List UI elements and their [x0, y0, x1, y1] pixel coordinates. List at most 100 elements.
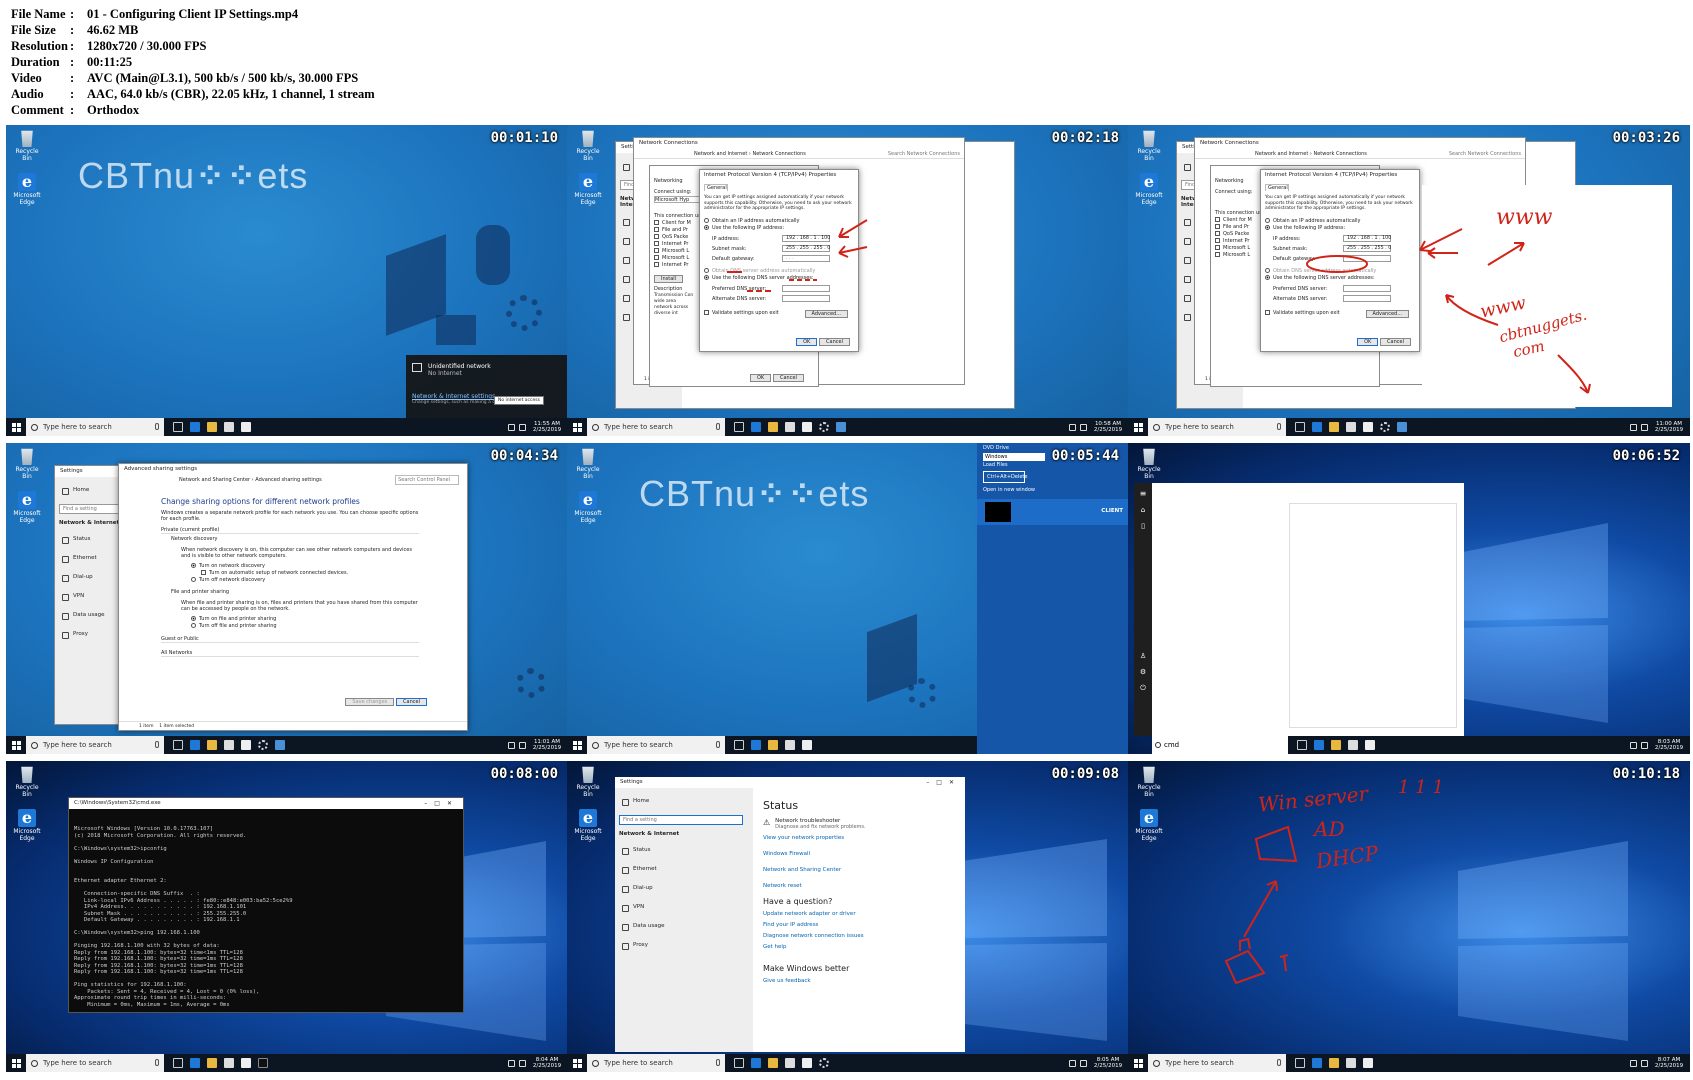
- volume-icon[interactable]: [1641, 423, 1648, 431]
- settings-icon[interactable]: ⚙: [1134, 668, 1152, 676]
- start-button[interactable]: [567, 736, 587, 754]
- network-tray-icon[interactable]: [1069, 423, 1076, 431]
- open-new-window[interactable]: Open in new window: [977, 485, 1129, 495]
- volume-icon[interactable]: [1080, 423, 1087, 431]
- taskbar-search[interactable]: Type here to search: [26, 1054, 164, 1072]
- profile-private[interactable]: Private (current profile): [161, 527, 419, 534]
- start-button[interactable]: [6, 1054, 26, 1072]
- clock[interactable]: 11:01 AM 2/25/2019: [530, 739, 564, 751]
- start-button[interactable]: [567, 418, 587, 436]
- store-icon[interactable]: [224, 1058, 234, 1068]
- thumbnail-4[interactable]: Recycle Bin e Microsoft Edge Settings Hom…: [6, 443, 568, 754]
- clock[interactable]: 11:55 AM 2/25/2019: [530, 421, 564, 433]
- profile-all[interactable]: All Networks: [161, 650, 419, 657]
- explorer-icon[interactable]: [1331, 740, 1341, 750]
- explorer-icon[interactable]: [768, 740, 778, 750]
- clock[interactable]: 8:07 AM 2/25/2019: [1652, 1057, 1686, 1069]
- recycle-bin-icon[interactable]: Recycle Bin: [571, 447, 605, 480]
- start-button[interactable]: [1128, 418, 1148, 436]
- status-link[interactable]: Network and Sharing Center: [763, 867, 953, 873]
- radio-fps-off[interactable]: Turn off file and printer sharing: [161, 623, 419, 630]
- search-control-panel[interactable]: Search Control Panel: [395, 475, 459, 485]
- start-button[interactable]: [6, 418, 26, 436]
- task-view-icon[interactable]: [173, 422, 183, 432]
- taskbar-search[interactable]: Type here to search: [26, 736, 164, 754]
- network-window-taskbar-icon[interactable]: [275, 740, 285, 750]
- edge-taskbar-icon[interactable]: [190, 422, 200, 432]
- feedback-link[interactable]: Give us feedback: [763, 978, 953, 984]
- clock[interactable]: 8:04 AM 2/25/2019: [530, 1057, 564, 1069]
- volume-icon[interactable]: [519, 741, 526, 749]
- cancel-button[interactable]: Cancel: [396, 698, 427, 706]
- task-view-icon[interactable]: [1295, 422, 1305, 432]
- help-link[interactable]: Find your IP address: [763, 922, 953, 928]
- windows-media[interactable]: Windows: [983, 453, 1045, 461]
- explorer-icon[interactable]: [207, 422, 217, 432]
- thumbnail-1[interactable]: Recycle Bin e Microsoft Edge CBTnu⁘⁘ets U…: [6, 125, 568, 436]
- radio-nd-off[interactable]: Turn off network discovery: [161, 577, 419, 584]
- network-tray-icon[interactable]: [1630, 741, 1637, 749]
- thumbnail-3[interactable]: Recycle Bin eMicrosoft Edge Settings Hom…: [1128, 125, 1690, 436]
- checkbox-nd-auto[interactable]: Turn on automatic setup of network conne…: [161, 570, 419, 577]
- settings-gear-icon[interactable]: [819, 1058, 829, 1068]
- thumbnail-5[interactable]: Recycle Bin e Microsoft Edge CBTnu⁘⁘ets D…: [567, 443, 1129, 754]
- edge-icon[interactable]: e Microsoft Edge: [10, 173, 44, 207]
- explorer-icon[interactable]: [1329, 422, 1339, 432]
- power-icon[interactable]: ⏻: [1134, 684, 1152, 693]
- home-icon[interactable]: ⌂: [1134, 506, 1152, 514]
- thumbnail-7[interactable]: Recycle Bin e Microsoft Edge C:\Windows\S…: [6, 761, 568, 1072]
- nav-vpn[interactable]: VPN: [59, 587, 121, 606]
- edge-taskbar-icon[interactable]: [190, 1058, 200, 1068]
- network-tray-icon[interactable]: [1630, 423, 1637, 431]
- profile-guest[interactable]: Guest or Public: [161, 636, 419, 643]
- mail-icon[interactable]: [802, 740, 812, 750]
- clock[interactable]: 8:03 AM 2/25/2019: [1652, 739, 1686, 751]
- store-icon[interactable]: [785, 1058, 795, 1068]
- network-tray-icon[interactable]: [1069, 1059, 1076, 1067]
- recycle-bin-icon[interactable]: Recycle Bin: [10, 129, 44, 162]
- thumbnail-8[interactable]: Recycle Bin e Microsoft Edge Settings –□✕ …: [567, 761, 1129, 1072]
- nav-dialup[interactable]: Dial-up: [619, 879, 749, 898]
- mail-icon[interactable]: [241, 740, 251, 750]
- store-icon[interactable]: [785, 422, 795, 432]
- task-view-icon[interactable]: [173, 1058, 183, 1068]
- network-window-taskbar-icon[interactable]: [1397, 422, 1407, 432]
- mail-icon[interactable]: [802, 1058, 812, 1068]
- cmd-output[interactable]: Microsoft Windows [Version 10.0.17763.10…: [69, 809, 463, 1012]
- start-button[interactable]: [6, 736, 26, 754]
- mail-icon[interactable]: [1365, 740, 1375, 750]
- taskbar-search[interactable]: Type here to search: [587, 736, 725, 754]
- thumbnail-2[interactable]: Recycle Bin eMicrosoft Edge Settings Hom…: [567, 125, 1129, 436]
- network-window-taskbar-icon[interactable]: [836, 422, 846, 432]
- taskbar-search[interactable]: Type here to search: [587, 418, 725, 436]
- store-icon[interactable]: [1346, 422, 1356, 432]
- vm-client-tile[interactable]: CLIENT: [977, 499, 1129, 525]
- mail-icon[interactable]: [1363, 1058, 1373, 1068]
- nav-dialup[interactable]: Dial-up: [59, 568, 121, 587]
- status-link[interactable]: Network reset: [763, 883, 953, 889]
- nav-vpn[interactable]: VPN: [619, 898, 749, 917]
- volume-icon[interactable]: [1641, 1059, 1648, 1067]
- network-tray-icon[interactable]: [508, 1059, 515, 1067]
- thumbnail-9[interactable]: Recycle Bin e Microsoft Edge Win server 1…: [1128, 761, 1690, 1072]
- network-tray-icon[interactable]: [1630, 1059, 1637, 1067]
- help-link[interactable]: Update network adapter or driver: [763, 911, 953, 917]
- mail-icon[interactable]: [241, 422, 251, 432]
- start-button[interactable]: [567, 1054, 587, 1072]
- nav-data-usage[interactable]: Data usage: [619, 917, 749, 936]
- start-button[interactable]: [1128, 1054, 1148, 1072]
- find-setting-input[interactable]: Find a setting: [619, 815, 743, 825]
- nav-status[interactable]: Status: [59, 530, 121, 549]
- troubleshooter[interactable]: ⚠ Network troubleshooter Diagnose and fix…: [763, 818, 953, 830]
- edge-taskbar-icon[interactable]: [190, 740, 200, 750]
- edge-taskbar-icon[interactable]: [751, 1058, 761, 1068]
- edge-taskbar-icon[interactable]: [751, 422, 761, 432]
- radio-nd-on[interactable]: Turn on network discovery: [161, 563, 419, 570]
- edge-taskbar-icon[interactable]: [1312, 1058, 1322, 1068]
- nav-ethernet[interactable]: Ethernet: [619, 860, 749, 879]
- status-link[interactable]: View your network properties: [763, 835, 953, 841]
- radio-fps-on[interactable]: Turn on file and printer sharing: [161, 616, 419, 623]
- store-icon[interactable]: [785, 740, 795, 750]
- start-search-input[interactable]: cmd: [1152, 736, 1290, 754]
- task-view-icon[interactable]: [734, 422, 744, 432]
